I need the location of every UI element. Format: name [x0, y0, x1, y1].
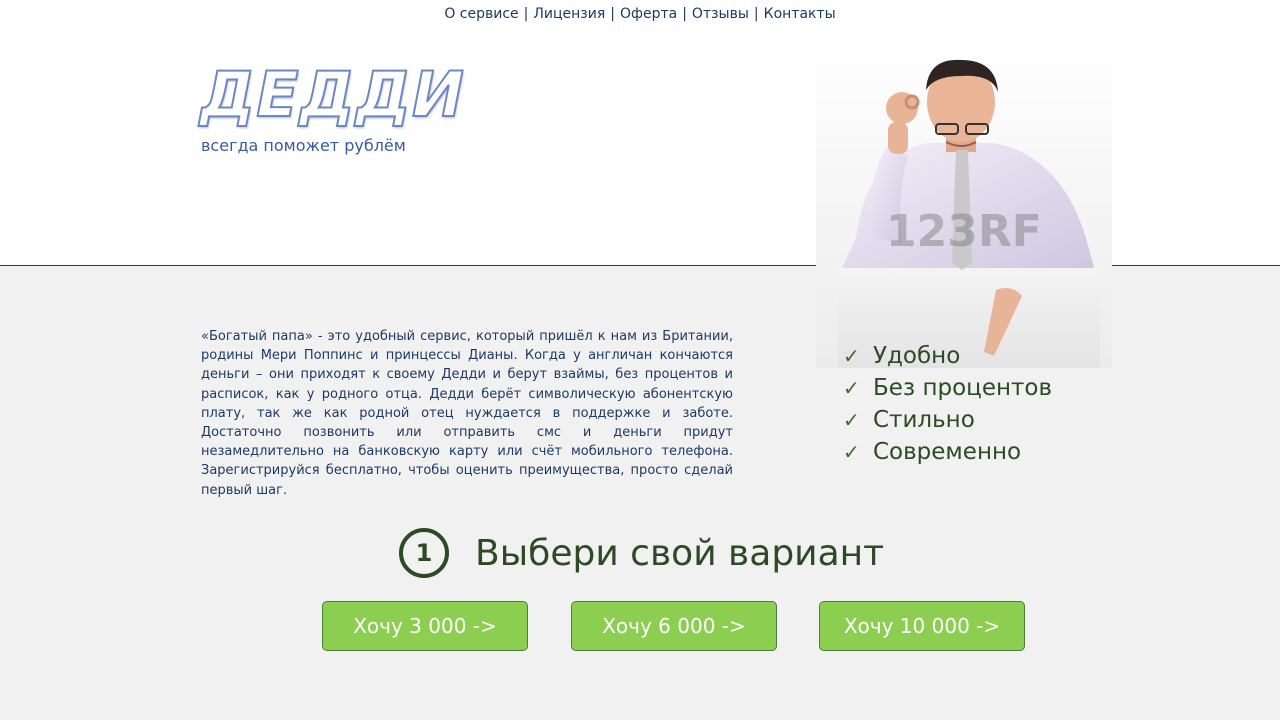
hero-photo: 123RF — [816, 38, 1112, 368]
option-6000-button[interactable]: Хочу 6 000 -> — [571, 601, 777, 651]
nav-separator: | — [523, 6, 529, 22]
feature-item: ✓ Удобно — [843, 340, 1052, 372]
feature-item: ✓ Без процентов — [843, 372, 1052, 404]
watermark-text: 123RF — [886, 206, 1042, 257]
nav-link-license[interactable]: Лицензия — [533, 6, 605, 22]
feature-item: ✓ Стильно — [843, 404, 1052, 436]
feature-label: Без процентов — [873, 375, 1053, 401]
features-list: ✓ Удобно ✓ Без процентов ✓ Стильно ✓ Совреме… — [843, 340, 1052, 468]
nav-separator: | — [682, 6, 687, 22]
nav-link-contacts[interactable]: Контакты — [764, 6, 836, 22]
check-icon: ✓ — [843, 440, 860, 464]
option-10000-button[interactable]: Хочу 10 000 -> — [819, 601, 1025, 651]
feature-item: ✓ Современно — [843, 436, 1052, 468]
step-title: Выбери свой вариант — [475, 532, 885, 574]
nav-link-reviews[interactable]: Отзывы — [692, 6, 749, 22]
feature-label: Стильно — [873, 407, 975, 433]
site-tagline: всегда поможет рублём — [201, 136, 406, 155]
check-icon: ✓ — [843, 408, 860, 432]
feature-label: Удобно — [873, 343, 961, 369]
nav-separator: | — [753, 6, 759, 22]
step-heading: 1 Выбери свой вариант — [399, 528, 884, 578]
service-description: «Богатый папа» - это удобный сервис, кот… — [201, 329, 733, 498]
feature-label: Современно — [873, 439, 1022, 465]
option-3000-button[interactable]: Хочу 3 000 -> — [322, 601, 528, 651]
nav-link-about[interactable]: О сервисе — [444, 6, 518, 22]
step-number-badge: 1 — [399, 528, 449, 578]
check-icon: ✓ — [843, 376, 860, 400]
check-icon: ✓ — [843, 344, 860, 368]
site-logo[interactable]: ДЕДДИ — [199, 63, 465, 127]
nav-link-offer[interactable]: Оферта — [620, 6, 677, 22]
nav-separator: | — [610, 6, 615, 22]
top-nav: О сервисе | Лицензия | Оферта | Отзывы | Контакт… — [0, 6, 1280, 22]
